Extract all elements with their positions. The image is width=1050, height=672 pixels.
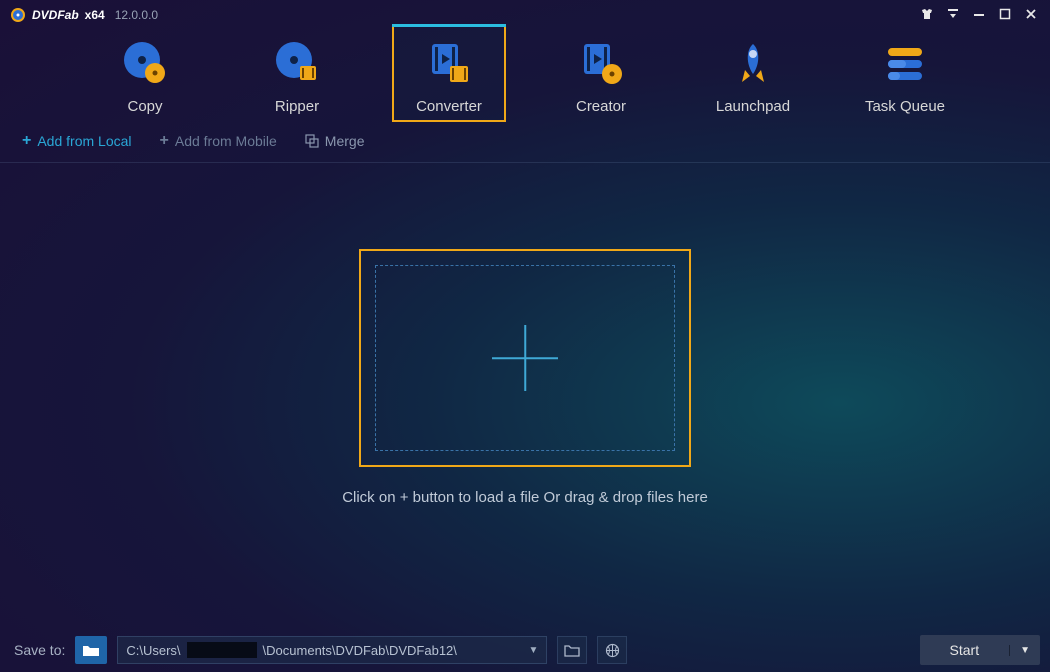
merge-icon	[305, 134, 319, 148]
nav-label: Ripper	[275, 98, 319, 115]
nav-label: Task Queue	[865, 98, 945, 115]
tshirt-icon[interactable]	[920, 7, 934, 24]
launchpad-icon	[730, 40, 776, 86]
plus-icon	[492, 325, 558, 391]
sub-toolbar: + Add from Local + Add from Mobile Merge	[0, 122, 1050, 163]
titlebar-left: DVDFab x64 12.0.0.0	[10, 7, 158, 23]
dropdown-icon[interactable]	[946, 7, 960, 23]
app-logo-icon	[10, 7, 26, 23]
globe-icon	[605, 643, 620, 658]
nav-tab-launchpad[interactable]: Launchpad	[696, 24, 810, 122]
nav-tab-task-queue[interactable]: Task Queue	[848, 24, 962, 122]
tool-label: Add from Mobile	[175, 133, 277, 149]
maximize-button[interactable]	[998, 7, 1012, 23]
main-nav: Copy Ripper Converter Creator Launchpad …	[0, 24, 1050, 122]
browse-folder-button[interactable]	[557, 636, 587, 664]
app-arch: x64	[85, 8, 105, 22]
app-version: 12.0.0.0	[115, 8, 158, 22]
dropzone-hint: Click on + button to load a file Or drag…	[342, 489, 708, 506]
nav-tab-creator[interactable]: Creator	[544, 24, 658, 122]
folder-icon	[564, 644, 580, 657]
converter-icon	[426, 40, 472, 86]
task-queue-icon	[882, 40, 928, 86]
nav-label: Launchpad	[716, 98, 790, 115]
nav-label: Converter	[416, 98, 482, 115]
folder-chip[interactable]	[75, 636, 107, 664]
creator-icon	[578, 40, 624, 86]
nav-tab-converter[interactable]: Converter	[392, 24, 506, 122]
add-from-local-button[interactable]: + Add from Local	[22, 132, 132, 150]
bottom-bar: Save to: C:\Users\ \Documents\DVDFab\DVD…	[0, 628, 1050, 672]
start-button-group: Start ▼	[920, 635, 1040, 665]
copy-icon	[122, 40, 168, 86]
close-button[interactable]	[1024, 7, 1038, 23]
chevron-down-icon[interactable]: ▼	[528, 645, 538, 656]
nav-label: Copy	[127, 98, 162, 115]
folder-icon	[82, 643, 100, 657]
start-label: Start	[950, 642, 980, 658]
nav-label: Creator	[576, 98, 626, 115]
minimize-button[interactable]	[972, 7, 986, 23]
web-button[interactable]	[597, 636, 627, 664]
merge-button[interactable]: Merge	[305, 133, 365, 149]
save-path-field[interactable]: C:\Users\ \Documents\DVDFab\DVDFab12\ ▼	[117, 636, 547, 664]
start-dropdown-button[interactable]: ▼	[1009, 645, 1040, 656]
ripper-icon	[274, 40, 320, 86]
dropzone-inner	[375, 265, 675, 451]
dropzone[interactable]	[359, 249, 691, 467]
tool-label: Merge	[325, 133, 365, 149]
redacted-segment	[187, 642, 257, 658]
plus-icon: +	[160, 132, 169, 150]
start-button[interactable]: Start	[920, 642, 1010, 658]
path-suffix: \Documents\DVDFab\DVDFab12\	[263, 643, 457, 658]
path-prefix: C:\Users\	[126, 643, 180, 658]
tool-label: Add from Local	[37, 133, 131, 149]
save-to-label: Save to:	[14, 642, 65, 658]
plus-icon: +	[22, 132, 31, 150]
add-from-mobile-button[interactable]: + Add from Mobile	[160, 132, 277, 150]
nav-tab-ripper[interactable]: Ripper	[240, 24, 354, 122]
nav-tab-copy[interactable]: Copy	[88, 24, 202, 122]
app-name: DVDFab	[32, 8, 79, 22]
